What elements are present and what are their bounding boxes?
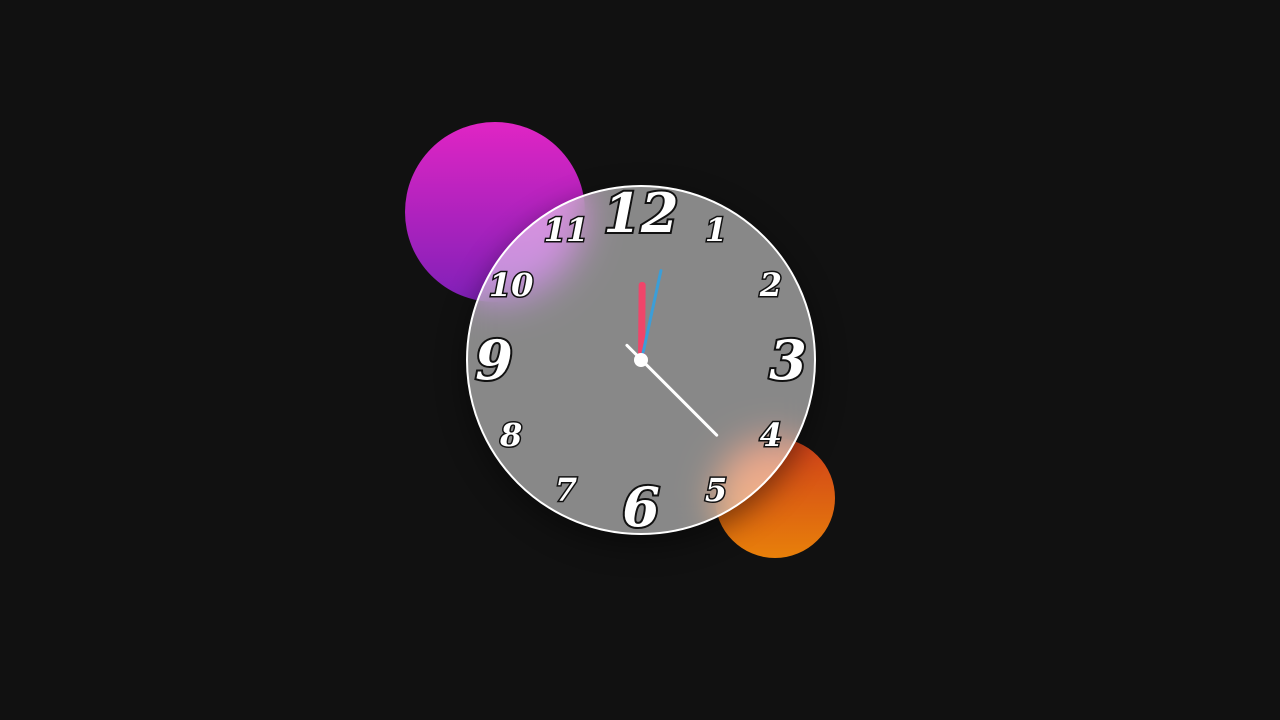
numeral-6: 6 — [620, 475, 662, 535]
numeral-12: 12 — [601, 185, 680, 245]
numeral-5: 5 — [703, 470, 728, 509]
numeral-11: 11 — [542, 211, 590, 250]
clock-widget-stage: 12 1 2 3 4 5 6 7 8 9 10 11 — [0, 0, 1280, 720]
numeral-8: 8 — [498, 416, 523, 454]
numeral-1: 1 — [703, 211, 728, 250]
numeral-7: 7 — [553, 470, 578, 509]
clock-center-pin — [634, 353, 648, 367]
numeral-2: 2 — [758, 266, 783, 304]
numeral-4: 4 — [758, 416, 783, 454]
analog-clock-face: 12 1 2 3 4 5 6 7 8 9 10 11 — [466, 185, 816, 535]
numeral-9: 9 — [473, 328, 515, 392]
numeral-10: 10 — [487, 266, 535, 304]
numeral-3: 3 — [767, 328, 809, 392]
